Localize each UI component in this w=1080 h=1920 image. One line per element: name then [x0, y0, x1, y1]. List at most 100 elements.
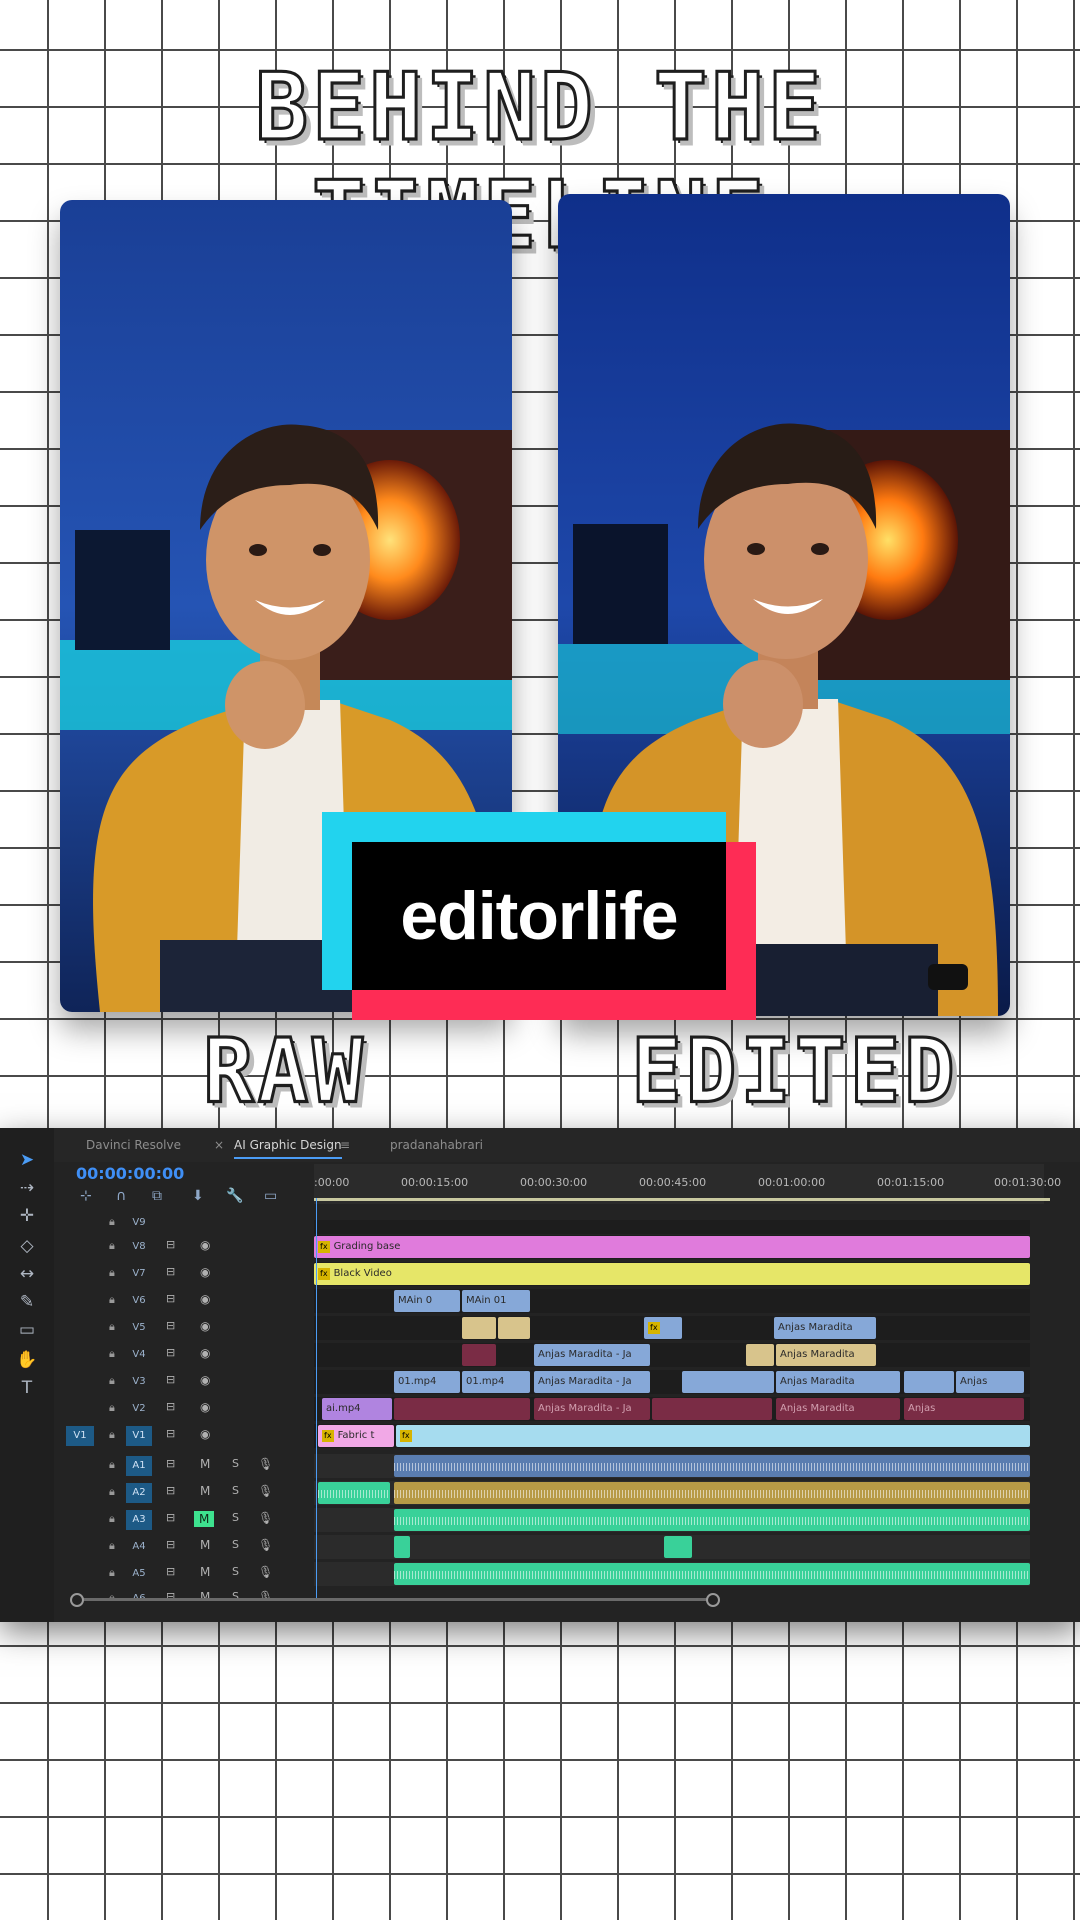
clip[interactable]	[652, 1398, 772, 1420]
eye-icon[interactable]: ◉	[200, 1292, 210, 1306]
mic-icon[interactable]: 🎙︎	[258, 1538, 273, 1552]
tab-davinci-resolve[interactable]: Davinci Resolve	[86, 1138, 181, 1152]
track-name[interactable]: V6	[126, 1291, 152, 1311]
track-name[interactable]: A3	[126, 1510, 152, 1530]
track-name[interactable]: V9	[126, 1213, 152, 1233]
audio-clip-a3[interactable]	[394, 1509, 1030, 1531]
clip[interactable]	[904, 1371, 954, 1393]
lock-icon[interactable]: 🔒︎	[109, 1591, 115, 1598]
mute-button[interactable]: M	[200, 1484, 210, 1498]
sync-lock-icon[interactable]: ⊟	[166, 1457, 175, 1470]
lock-icon[interactable]: 🔒︎	[109, 1428, 115, 1442]
scrollbar-right-handle[interactable]	[706, 1593, 720, 1607]
eye-icon[interactable]: ◉	[200, 1427, 210, 1441]
lock-icon[interactable]: 🔒︎	[109, 1266, 115, 1280]
tab-pradanahabrari[interactable]: pradanahabrari	[390, 1138, 483, 1152]
mute-button[interactable]: M	[200, 1590, 210, 1598]
clip-anjas-2[interactable]: Anjas	[904, 1398, 1024, 1420]
clip-black-video[interactable]: fx Black Video	[314, 1263, 1030, 1285]
clip[interactable]	[462, 1317, 496, 1339]
type-tool-icon[interactable]: T	[14, 1378, 40, 1398]
clip-01-mp4[interactable]: 01.mp4	[394, 1371, 460, 1393]
solo-button[interactable]: S	[232, 1484, 239, 1497]
captions-icon[interactable]: ▭	[264, 1188, 277, 1204]
sync-lock-icon[interactable]: ⊟	[166, 1373, 175, 1386]
track-select-tool-icon[interactable]: ⇢	[14, 1178, 40, 1198]
sync-lock-icon[interactable]: ⊟	[166, 1565, 175, 1578]
clip-grading-base[interactable]: fx Grading base	[314, 1236, 1030, 1258]
clip-v1-main[interactable]: fx	[396, 1425, 1030, 1447]
lock-icon[interactable]: 🔒︎	[109, 1539, 115, 1553]
clip[interactable]	[682, 1371, 774, 1393]
lock-icon[interactable]: 🔒︎	[109, 1458, 115, 1472]
playhead[interactable]	[316, 1198, 317, 1598]
clip[interactable]: fx	[644, 1317, 682, 1339]
clip-main0[interactable]: MAin 0	[394, 1290, 460, 1312]
lock-icon[interactable]: 🔒︎	[109, 1293, 115, 1307]
lock-icon[interactable]: 🔒︎	[109, 1347, 115, 1361]
sync-lock-icon[interactable]: ⊟	[166, 1400, 175, 1413]
horizontal-scrollbar[interactable]	[70, 1593, 720, 1607]
track-name[interactable]: A4	[126, 1537, 152, 1557]
solo-button[interactable]: S	[232, 1511, 239, 1524]
clip-anjas[interactable]: Anjas	[956, 1371, 1024, 1393]
track-name[interactable]: V8	[126, 1237, 152, 1257]
tab-menu-icon[interactable]: ≡	[340, 1138, 350, 1152]
clip-anjas-maradita[interactable]: Anjas Maradita	[774, 1317, 876, 1339]
solo-button[interactable]: S	[232, 1565, 239, 1578]
rectangle-tool-icon[interactable]: ▭	[14, 1320, 40, 1340]
eye-icon[interactable]: ◉	[200, 1400, 210, 1414]
clip-ai-mp4[interactable]: ai.mp4	[322, 1398, 392, 1420]
mic-icon[interactable]: 🎙︎	[258, 1511, 273, 1525]
sync-lock-icon[interactable]: ⊟	[166, 1484, 175, 1497]
mic-icon[interactable]: 🎙︎	[258, 1565, 273, 1579]
mute-button[interactable]: M	[200, 1457, 210, 1471]
eye-icon[interactable]: ◉	[200, 1346, 210, 1360]
sync-lock-icon[interactable]: ⊟	[166, 1346, 175, 1359]
lock-icon[interactable]: 🔒︎	[109, 1512, 115, 1526]
sync-lock-icon[interactable]: ⊟	[166, 1511, 175, 1524]
eye-icon[interactable]: ◉	[200, 1319, 210, 1333]
eye-icon[interactable]: ◉	[200, 1373, 210, 1387]
selection-tool-icon[interactable]: ➤	[14, 1150, 40, 1170]
lock-icon[interactable]: 🔒︎	[109, 1566, 115, 1580]
mute-button[interactable]: M	[200, 1538, 210, 1552]
clip-anjas-maradita-ja-3[interactable]: Anjas Maradita - Ja	[534, 1398, 650, 1420]
tab-ai-graphic-design[interactable]: AI Graphic Design	[234, 1138, 342, 1159]
eye-icon[interactable]: ◉	[200, 1265, 210, 1279]
track-name[interactable]: V2	[126, 1399, 152, 1419]
source-patch-v1[interactable]: V1	[66, 1426, 94, 1446]
track-name[interactable]: V4	[126, 1345, 152, 1365]
clip[interactable]	[462, 1344, 496, 1366]
hand-tool-icon[interactable]: ✋	[14, 1350, 40, 1370]
lock-icon[interactable]: 🔒︎	[109, 1401, 115, 1415]
clip-01-mp4-2[interactable]: 01.mp4	[462, 1371, 530, 1393]
audio-clip-a2[interactable]	[394, 1482, 1030, 1504]
nest-icon[interactable]: ⊹	[80, 1188, 92, 1204]
clip-anjas-maradita-ja-2[interactable]: Anjas Maradita - Ja	[534, 1371, 650, 1393]
sync-lock-icon[interactable]: ⊟	[166, 1538, 175, 1551]
wrench-icon[interactable]: 🔧	[226, 1188, 243, 1204]
lock-icon[interactable]: 🔒︎	[109, 1485, 115, 1499]
clip-anjas-maradita-4[interactable]: Anjas Maradita	[776, 1398, 900, 1420]
lock-icon[interactable]: 🔒︎	[109, 1374, 115, 1388]
lock-icon[interactable]: 🔒︎	[109, 1215, 115, 1229]
clip-anjas-maradita-ja[interactable]: Anjas Maradita - Ja	[534, 1344, 650, 1366]
mic-icon[interactable]: 🎙︎	[258, 1590, 273, 1598]
track-name[interactable]: A2	[126, 1483, 152, 1503]
track-name[interactable]: A6	[126, 1589, 152, 1598]
solo-button[interactable]: S	[232, 1457, 239, 1470]
track-name[interactable]: V1	[126, 1426, 152, 1446]
audio-clip-a5[interactable]	[394, 1563, 1030, 1585]
eye-icon[interactable]: ◉	[200, 1238, 210, 1252]
clip[interactable]	[498, 1317, 530, 1339]
track-name[interactable]: A5	[126, 1564, 152, 1584]
track-name[interactable]: V7	[126, 1264, 152, 1284]
lock-icon[interactable]: 🔒︎	[109, 1239, 115, 1253]
solo-button[interactable]: S	[232, 1538, 239, 1551]
clip-fabric[interactable]: fx Fabric t	[318, 1425, 394, 1447]
audio-clip-a4-2[interactable]	[664, 1536, 692, 1558]
clip-anjas-maradita-3[interactable]: Anjas Maradita	[776, 1371, 900, 1393]
clip-main01[interactable]: MAin 01	[462, 1290, 530, 1312]
sync-lock-icon[interactable]: ⊟	[166, 1319, 175, 1332]
